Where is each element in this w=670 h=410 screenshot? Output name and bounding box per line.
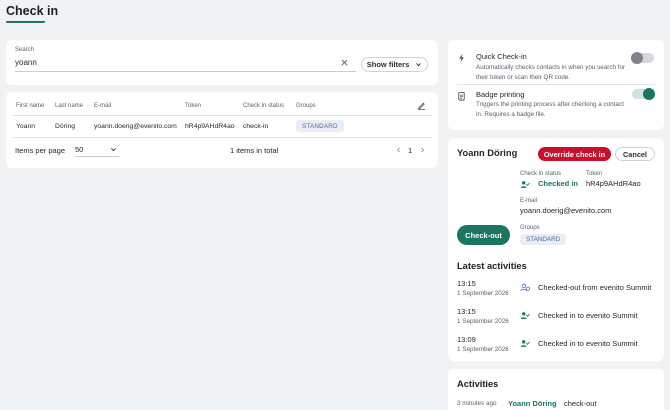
badge-icon: [458, 91, 465, 101]
checkout-user-icon: [520, 283, 530, 291]
activity-action: check-out: [564, 399, 597, 408]
settings-divider: [457, 84, 655, 85]
activity-date: 1 September 2026: [457, 346, 509, 353]
activity-date: 1 September 2026: [457, 290, 509, 297]
badge-printing-description: Triggers the printing process after chec…: [476, 101, 624, 118]
page-header: Check in: [0, 0, 670, 34]
row-divider: [12, 137, 432, 138]
override-check-in-button[interactable]: Override check in: [538, 147, 611, 161]
groups-label: Groups: [520, 225, 540, 231]
activity-text: Checked in to evenito Summit: [538, 311, 638, 320]
quick-checkin-title: Quick Check-in: [476, 52, 527, 61]
activity-time: 13:09: [457, 335, 476, 344]
items-per-page-label: Items per page: [15, 146, 66, 155]
group-badge: STANDARD: [520, 234, 567, 245]
activities-card: Activities 3 minutes ago Yoann Döring ch…: [448, 369, 664, 410]
title-underline: [6, 21, 45, 23]
check-out-button[interactable]: Check-out: [457, 225, 510, 245]
items-total: 1 items in total: [230, 146, 279, 155]
show-filters-label: Show filters: [366, 60, 410, 69]
cell-token: hR4p9AHdR4ao: [185, 123, 235, 130]
checkin-settings-card: Quick Check-in Automatically checks cont…: [448, 40, 664, 130]
cell-last-name: Döring: [55, 123, 76, 130]
activity-time: 13:15: [457, 307, 476, 316]
email-value: yoann.doerig@evenito.com: [520, 206, 612, 215]
cancel-button[interactable]: Cancel: [615, 147, 655, 161]
toggle-knob: [631, 52, 643, 64]
token-value: hR4p9AHdR4ao: [586, 179, 641, 188]
cell-email: yoann.doerig@evenito.com: [94, 123, 177, 130]
activities-title: Activities: [457, 379, 499, 389]
column-first-name[interactable]: First name: [16, 103, 44, 109]
status-value: Checked in: [538, 179, 579, 188]
search-underline: [15, 71, 356, 72]
current-page: 1: [408, 146, 413, 155]
activity-user-link[interactable]: Yoann Döring: [508, 399, 557, 408]
search-label: Search: [15, 47, 35, 53]
contacts-table-card: First name Last name E-mail Token Check …: [6, 92, 438, 168]
items-per-page-value: 50: [75, 145, 84, 154]
latest-activities-title: Latest activities: [457, 261, 527, 271]
chevron-down-icon: [416, 63, 422, 67]
chevron-down-icon: [111, 148, 116, 152]
token-label: Token: [586, 171, 603, 177]
search-card: Search yoann Show filters: [6, 40, 438, 85]
quick-checkin-description: Automatically checks contacts in when yo…: [476, 64, 626, 81]
activity-text: Checked-out from evenito Summit: [538, 283, 652, 292]
toggle-knob: [643, 88, 655, 100]
column-groups[interactable]: Groups: [296, 103, 316, 109]
checkin-user-icon: [520, 312, 530, 319]
contact-detail-card: Yoann Döring Override check in Cancel Ch…: [448, 138, 664, 361]
quick-checkin-toggle[interactable]: [631, 52, 654, 64]
search-input[interactable]: yoann: [15, 58, 37, 67]
show-filters-button[interactable]: Show filters: [361, 57, 428, 72]
column-last-name[interactable]: Last name: [55, 103, 83, 109]
email-label: E-mail: [520, 198, 538, 204]
column-check-in-status[interactable]: Check in status: [243, 103, 284, 109]
activity-date: 1 September 2026: [457, 318, 509, 325]
checked-in-user-icon: [520, 181, 530, 188]
column-email[interactable]: E-mail: [94, 103, 111, 109]
header-divider: [12, 115, 432, 116]
page-title: Check in: [6, 4, 59, 18]
items-per-page-select[interactable]: 50: [75, 143, 119, 157]
activity-text: Checked in to evenito Summit: [538, 339, 638, 348]
cell-first-name: Yoann: [16, 123, 36, 130]
lightning-icon: [459, 53, 464, 63]
badge-printing-title: Badge printing: [476, 90, 525, 99]
checkin-user-icon: [520, 340, 530, 347]
column-token[interactable]: Token: [185, 103, 201, 109]
cell-status: check-in: [243, 123, 269, 130]
activity-time: 13:15: [457, 279, 476, 288]
status-label: Check in status: [520, 171, 562, 177]
chevron-right-icon[interactable]: [419, 146, 426, 154]
group-badge: STANDARD: [296, 120, 344, 132]
badge-printing-toggle[interactable]: [632, 88, 655, 100]
edit-columns-icon[interactable]: [417, 101, 426, 110]
chevron-left-icon[interactable]: [395, 146, 402, 154]
contact-name: Yoann Döring: [457, 148, 518, 158]
activity-ago: 3 minutes ago: [457, 400, 497, 407]
clear-icon[interactable]: [340, 58, 349, 67]
